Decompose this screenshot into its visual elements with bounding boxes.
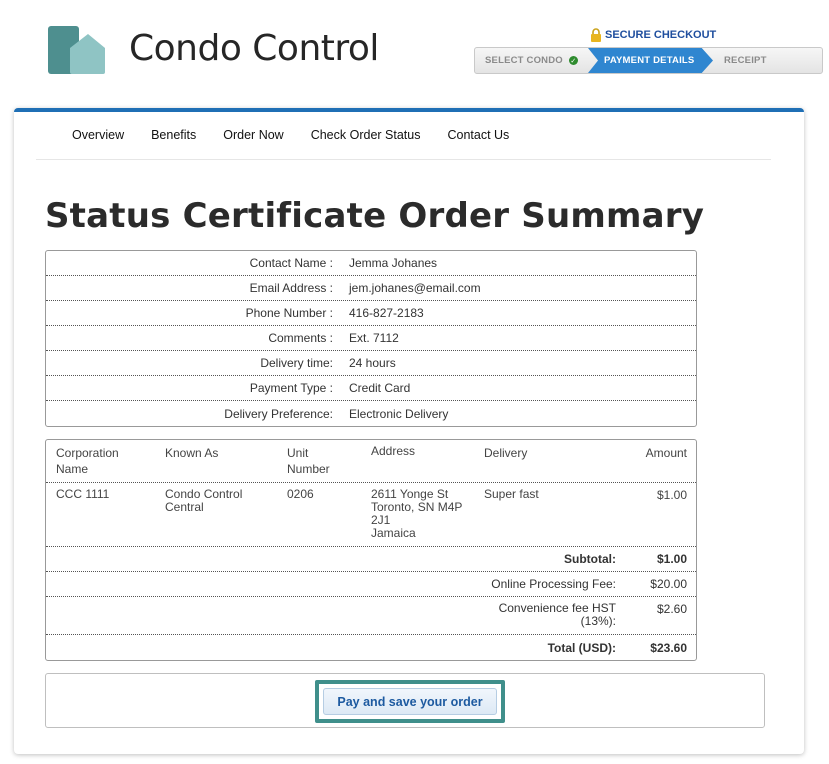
order-table-header: Corporation Name Known As Unit Number Ad… bbox=[46, 440, 696, 483]
secure-checkout-label: SECURE CHECKOUT bbox=[590, 28, 716, 42]
header-text: Number bbox=[287, 462, 330, 476]
hst-label-text: Convenience fee HST bbox=[498, 601, 616, 615]
email-label: Email Address : bbox=[249, 281, 333, 295]
total-value: $23.60 bbox=[650, 640, 687, 655]
comments-value: Ext. 7112 bbox=[349, 331, 399, 345]
step-label: RECEIPT bbox=[724, 55, 767, 66]
subtotal-value: $1.00 bbox=[656, 552, 687, 566]
phone-label: Phone Number : bbox=[245, 306, 333, 320]
header-text: Corporation bbox=[56, 446, 119, 460]
col-amount: Amount bbox=[645, 446, 687, 460]
total-label: Total (USD): bbox=[547, 640, 616, 655]
cell-corporation: CCC 1111 bbox=[56, 487, 110, 501]
header-text: Unit bbox=[287, 446, 309, 460]
cell-delivery: Super fast bbox=[484, 487, 539, 501]
contact-row-delivery-preference: Delivery Preference: Electronic Delivery bbox=[46, 401, 696, 426]
step-payment-details: PAYMENT DETAILS bbox=[588, 48, 713, 73]
contact-name-value: Jemma Johanes bbox=[349, 256, 438, 270]
nav-check-order-status[interactable]: Check Order Status bbox=[311, 128, 421, 159]
main-nav: Overview Benefits Order Now Check Order … bbox=[36, 128, 771, 160]
checkout-steps: SELECT CONDO ✓ PAYMENT DETAILS RECEIPT bbox=[474, 47, 823, 74]
phone-value: 416-827-2183 bbox=[349, 306, 424, 320]
contact-row-phone: Phone Number : 416-827-2183 bbox=[46, 301, 696, 326]
contact-row-name: Contact Name : Jemma Johanes bbox=[46, 251, 696, 276]
contact-row-delivery-time: Delivery time: 24 hours bbox=[46, 351, 696, 376]
cell-amount: $1.00 bbox=[656, 488, 687, 502]
processing-fee-value: $20.00 bbox=[650, 577, 687, 591]
hst-fee-label: Convenience fee HST (13%): bbox=[46, 602, 616, 628]
col-delivery: Delivery bbox=[484, 446, 528, 460]
processing-fee-row: Online Processing Fee: $20.00 bbox=[46, 572, 696, 597]
col-unit-number: Unit Number bbox=[277, 445, 361, 482]
pay-button-highlight: Pay and save your order bbox=[315, 680, 505, 723]
nav-benefits[interactable]: Benefits bbox=[151, 128, 196, 159]
cell-known-as: Condo Control Central bbox=[156, 488, 277, 546]
contact-row-email: Email Address : jem.johanes@email.com bbox=[46, 276, 696, 301]
delivery-time-label: Delivery time: bbox=[260, 356, 333, 370]
col-corporation-name: Corporation Name bbox=[46, 445, 156, 482]
cell-address: 2611 Yonge St Toronto, SN M4P 2J1 Jamaic… bbox=[361, 488, 474, 546]
cell-unit: 0206 bbox=[287, 487, 314, 501]
hst-label-text: (13%): bbox=[580, 614, 616, 628]
condo-control-logo-icon bbox=[48, 26, 105, 74]
payment-type-label: Payment Type : bbox=[249, 381, 333, 395]
contact-row-payment-type: Payment Type : Credit Card bbox=[46, 376, 696, 401]
col-address: Address bbox=[371, 444, 416, 458]
processing-fee-label: Online Processing Fee: bbox=[491, 577, 616, 591]
cell-text: Jamaica bbox=[371, 526, 416, 540]
pay-and-save-button[interactable]: Pay and save your order bbox=[323, 688, 497, 715]
col-known-as: Known As bbox=[165, 446, 219, 460]
delivery-time-value: 24 hours bbox=[349, 356, 396, 370]
contact-row-comments: Comments : Ext. 7112 bbox=[46, 326, 696, 351]
subtotal-row: Subtotal: $1.00 bbox=[46, 547, 696, 572]
hst-fee-value: $2.60 bbox=[656, 602, 687, 616]
nav-overview[interactable]: Overview bbox=[72, 128, 124, 159]
page-title: Status Certificate Order Summary bbox=[45, 196, 705, 236]
contact-name-label: Contact Name : bbox=[249, 256, 333, 270]
step-label: PAYMENT DETAILS bbox=[604, 55, 695, 66]
payment-type-value: Credit Card bbox=[349, 381, 411, 395]
nav-order-now[interactable]: Order Now bbox=[223, 128, 283, 159]
table-row: CCC 1111 Condo Control Central 0206 2611… bbox=[46, 483, 696, 547]
total-row: Total (USD): $23.60 bbox=[46, 635, 696, 660]
hst-fee-row: Convenience fee HST (13%): $2.60 bbox=[46, 597, 696, 635]
step-label: SELECT CONDO bbox=[485, 55, 563, 66]
cell-text: Central bbox=[165, 500, 204, 514]
header-text: Name bbox=[56, 462, 89, 476]
email-value: jem.johanes@email.com bbox=[349, 281, 481, 295]
check-circle-icon: ✓ bbox=[568, 56, 578, 65]
contact-details-table: Contact Name : Jemma Johanes Email Addre… bbox=[45, 250, 697, 427]
delivery-preference-label: Delivery Preference: bbox=[224, 406, 333, 421]
brand-name: Condo Control bbox=[129, 28, 379, 69]
payment-action-box: Pay and save your order bbox=[45, 673, 765, 728]
order-items-table: Corporation Name Known As Unit Number Ad… bbox=[45, 439, 697, 661]
step-receipt: RECEIPT bbox=[713, 48, 767, 73]
order-summary-card: Overview Benefits Order Now Check Order … bbox=[14, 108, 804, 754]
comments-label: Comments : bbox=[268, 331, 333, 345]
delivery-preference-value: Electronic Delivery bbox=[349, 406, 449, 421]
nav-contact-us[interactable]: Contact Us bbox=[447, 128, 509, 159]
secure-checkout-text: SECURE CHECKOUT bbox=[605, 29, 717, 41]
lock-icon bbox=[591, 28, 601, 42]
subtotal-label: Subtotal: bbox=[564, 552, 616, 566]
step-select-condo: SELECT CONDO ✓ bbox=[475, 48, 588, 73]
